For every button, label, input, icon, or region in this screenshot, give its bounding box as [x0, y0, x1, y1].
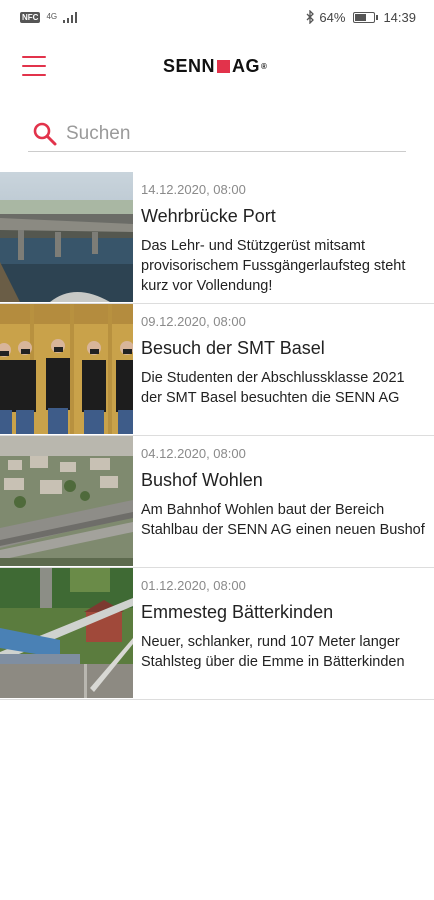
news-description: Das Lehr- und Stützgerüst mitsamt provis…: [141, 238, 406, 294]
news-thumbnail-bridge-port: [0, 172, 133, 302]
news-thumbnail-students: [0, 304, 133, 434]
news-description: Am Bahnhof Wohlen baut der Bereich Stahl…: [141, 502, 425, 538]
logo-square: [217, 60, 231, 73]
news-item[interactable]: 14.12.2020, 08:00 Wehrbrücke Port Das Le…: [0, 172, 434, 304]
senn-ag-logo: SENN AG ®: [163, 56, 267, 77]
news-title: Wehrbrücke Port: [141, 206, 276, 226]
news-body: 09.12.2020, 08:00 Besuch der SMT Basel D…: [133, 304, 434, 435]
news-thumbnail-bushof: [0, 436, 133, 566]
clock: 14:39: [383, 9, 416, 25]
bluetooth-icon: [306, 10, 315, 24]
news-body: 01.12.2020, 08:00 Emmesteg Bätterkinden …: [133, 568, 434, 699]
news-item[interactable]: 04.12.2020, 08:00 Bushof Wohlen Am Bahnh…: [0, 436, 434, 568]
news-description: Die Studenten der Abschlussklasse 2021 d…: [141, 370, 405, 406]
battery-fill: [355, 13, 367, 21]
news-title: Besuch der SMT Basel: [141, 338, 325, 358]
battery-percent: 64%: [319, 9, 346, 25]
nfc-badge: NFC: [20, 11, 41, 23]
search-icon[interactable]: [32, 121, 58, 147]
news-date: 14.12.2020, 08:00: [141, 182, 246, 197]
news-date: 01.12.2020, 08:00: [141, 578, 246, 593]
news-date: 04.12.2020, 08:00: [141, 446, 246, 461]
news-body: 14.12.2020, 08:00 Wehrbrücke Port Das Le…: [133, 172, 434, 303]
status-left: NFC 4G: [20, 11, 78, 23]
news-title: Bushof Wohlen: [141, 470, 263, 490]
news-date: 09.12.2020, 08:00: [141, 314, 246, 329]
news-item[interactable]: 09.12.2020, 08:00 Besuch der SMT Basel D…: [0, 304, 434, 436]
search-input[interactable]: [66, 122, 386, 145]
hamburger-menu-icon[interactable]: [22, 56, 46, 76]
logo-text-left: SENN: [163, 56, 216, 76]
app-bar: SENN AG ®: [0, 34, 434, 100]
battery-icon: [353, 11, 379, 23]
search-bar[interactable]: [28, 116, 406, 152]
news-body: 04.12.2020, 08:00 Bushof Wohlen Am Bahnh…: [133, 436, 434, 567]
news-title: Emmesteg Bätterkinden: [141, 602, 334, 622]
logo-text-right: AG: [232, 56, 261, 76]
news-list: 14.12.2020, 08:00 Wehrbrücke Port Das Le…: [0, 172, 434, 700]
signal-icon: [63, 11, 78, 23]
network-label: 4G: [46, 12, 58, 21]
status-right: 64% 14:39: [306, 10, 416, 25]
logo-registered: ®: [261, 62, 268, 71]
news-thumbnail-emmesteg: [0, 568, 133, 698]
status-bar: NFC 4G 64% 14:39: [0, 0, 434, 34]
news-description: Neuer, schlanker, rund 107 Meter langer …: [141, 634, 405, 670]
news-item[interactable]: 01.12.2020, 08:00 Emmesteg Bätterkinden …: [0, 568, 434, 700]
